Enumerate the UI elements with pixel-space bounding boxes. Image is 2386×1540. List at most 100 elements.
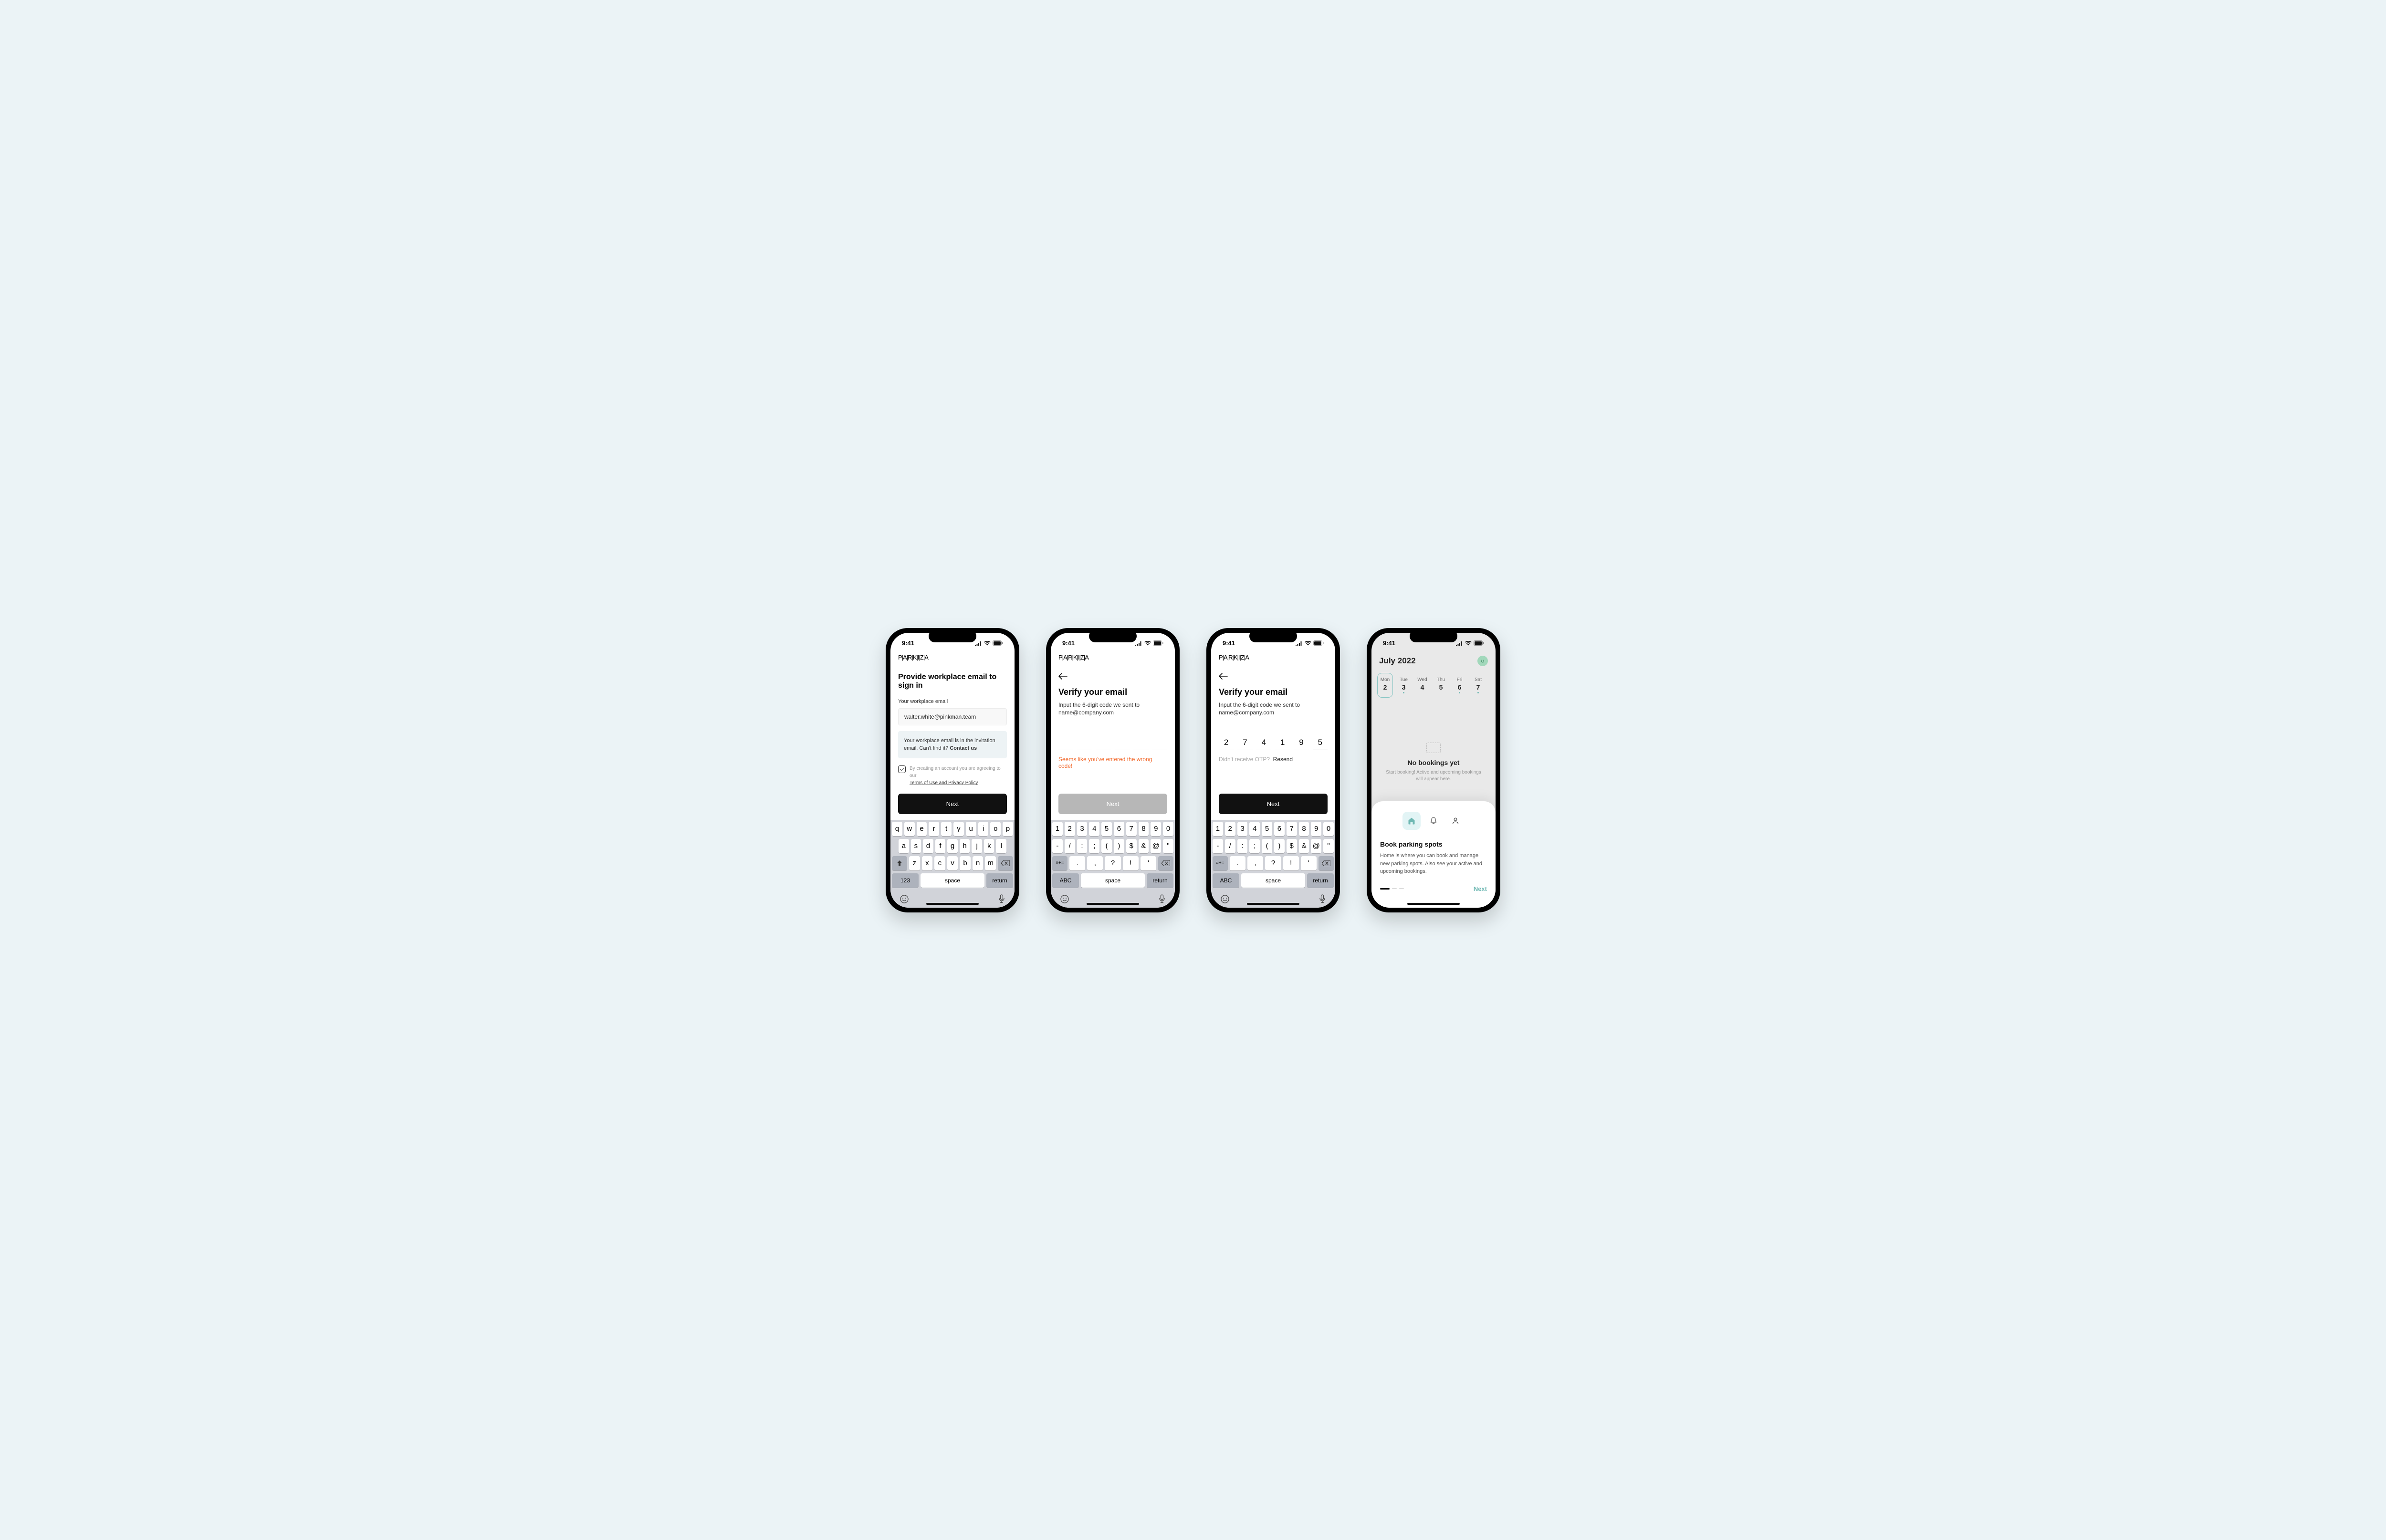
key-b[interactable]: b — [960, 856, 971, 870]
abc-switch-key[interactable]: ABC — [1213, 873, 1239, 888]
key-z[interactable]: z — [909, 856, 920, 870]
key-i[interactable]: i — [978, 822, 989, 836]
mic-icon[interactable] — [998, 894, 1005, 904]
key[interactable]: - — [1213, 839, 1223, 853]
emoji-icon[interactable] — [1220, 894, 1230, 904]
key-g[interactable]: g — [947, 839, 958, 853]
key[interactable]: 3 — [1237, 822, 1248, 836]
key-p[interactable]: p — [1003, 822, 1013, 836]
key[interactable]: 3 — [1077, 822, 1088, 836]
key[interactable]: . — [1230, 856, 1245, 870]
key-c[interactable]: c — [934, 856, 945, 870]
key-v[interactable]: v — [947, 856, 958, 870]
key[interactable]: 0 — [1323, 822, 1334, 836]
key[interactable]: ? — [1105, 856, 1120, 870]
terms-checkbox[interactable] — [898, 765, 906, 773]
day-7[interactable]: Sat7 — [1470, 673, 1486, 698]
key-y[interactable]: y — [953, 822, 964, 836]
key[interactable]: 9 — [1311, 822, 1321, 836]
day-6[interactable]: Fri6 — [1452, 673, 1467, 698]
key[interactable]: : — [1237, 839, 1248, 853]
key[interactable]: ) — [1274, 839, 1285, 853]
key-m[interactable]: m — [985, 856, 996, 870]
key-s[interactable]: s — [911, 839, 921, 853]
key-k[interactable]: k — [984, 839, 994, 853]
backspace-key[interactable] — [1319, 856, 1334, 870]
key[interactable]: - — [1052, 839, 1063, 853]
return-key[interactable]: return — [986, 873, 1013, 888]
key[interactable]: ; — [1089, 839, 1099, 853]
key[interactable]: 1 — [1213, 822, 1223, 836]
space-key[interactable]: space — [921, 873, 984, 888]
key[interactable]: $ — [1126, 839, 1137, 853]
key-t[interactable]: t — [941, 822, 952, 836]
key[interactable]: ( — [1101, 839, 1112, 853]
key[interactable]: . — [1069, 856, 1085, 870]
key[interactable]: $ — [1287, 839, 1297, 853]
key[interactable]: @ — [1311, 839, 1321, 853]
numeric-switch-key[interactable]: 123 — [892, 873, 919, 888]
key[interactable]: , — [1247, 856, 1263, 870]
key[interactable]: / — [1065, 839, 1075, 853]
resend-link[interactable]: Resend — [1273, 756, 1293, 763]
key[interactable]: @ — [1151, 839, 1161, 853]
terms-link[interactable]: Terms of Use and Privacy Policy — [910, 779, 978, 786]
return-key[interactable]: return — [1307, 873, 1334, 888]
day-3[interactable]: Tue3 — [1396, 673, 1412, 698]
key[interactable]: 1 — [1052, 822, 1063, 836]
key[interactable]: 2 — [1225, 822, 1235, 836]
mic-icon[interactable] — [1158, 894, 1166, 904]
key[interactable]: 2 — [1065, 822, 1075, 836]
key-a[interactable]: a — [899, 839, 909, 853]
day-2[interactable]: Mon2 — [1377, 673, 1393, 698]
key[interactable]: 6 — [1274, 822, 1285, 836]
key[interactable]: ! — [1283, 856, 1299, 870]
return-key[interactable]: return — [1147, 873, 1173, 888]
key[interactable]: & — [1299, 839, 1309, 853]
key[interactable]: " — [1323, 839, 1334, 853]
email-field[interactable]: walter.white@pinkman.team — [898, 708, 1007, 725]
key[interactable]: 5 — [1262, 822, 1272, 836]
profile-smiley-icon[interactable] — [1477, 656, 1488, 666]
key-r[interactable]: r — [929, 822, 939, 836]
key[interactable]: , — [1087, 856, 1103, 870]
key-f[interactable]: f — [935, 839, 946, 853]
key[interactable]: ) — [1114, 839, 1124, 853]
key[interactable]: 0 — [1163, 822, 1173, 836]
shift-key[interactable] — [892, 856, 907, 870]
symbol-switch-key[interactable]: #+= — [1052, 856, 1067, 870]
key[interactable]: 7 — [1126, 822, 1137, 836]
key[interactable]: 5 — [1101, 822, 1112, 836]
otp-input-row[interactable] — [1058, 738, 1167, 750]
key[interactable]: ' — [1141, 856, 1156, 870]
space-key[interactable]: space — [1081, 873, 1145, 888]
symbol-switch-key[interactable]: #+= — [1213, 856, 1228, 870]
key-d[interactable]: d — [923, 839, 933, 853]
otp-input-row[interactable]: 2 7 4 1 9 5 — [1219, 738, 1328, 750]
space-key[interactable]: space — [1241, 873, 1305, 888]
tab-bell[interactable] — [1424, 812, 1443, 830]
emoji-icon[interactable] — [900, 894, 909, 904]
key[interactable]: & — [1139, 839, 1149, 853]
key[interactable]: ( — [1262, 839, 1272, 853]
key-o[interactable]: o — [990, 822, 1001, 836]
day-4[interactable]: Wed4 — [1414, 673, 1430, 698]
key[interactable]: 4 — [1249, 822, 1260, 836]
week-calendar[interactable]: Mon2Tue3Wed4Thu5Fri6Sat7 — [1371, 673, 1496, 704]
mic-icon[interactable] — [1319, 894, 1326, 904]
back-arrow-icon[interactable] — [1219, 673, 1230, 680]
abc-switch-key[interactable]: ABC — [1052, 873, 1079, 888]
key-e[interactable]: e — [917, 822, 927, 836]
keyboard-qwerty[interactable]: qwertyuiopasdfghjklzxcvbnm123spacereturn — [890, 820, 1015, 908]
key-n[interactable]: n — [973, 856, 984, 870]
key[interactable]: : — [1077, 839, 1088, 853]
key[interactable]: ; — [1249, 839, 1260, 853]
key[interactable]: / — [1225, 839, 1235, 853]
back-arrow-icon[interactable] — [1058, 673, 1070, 680]
key-l[interactable]: l — [996, 839, 1006, 853]
backspace-key[interactable] — [1158, 856, 1173, 870]
tab-profile[interactable] — [1446, 812, 1465, 830]
key[interactable]: 7 — [1287, 822, 1297, 836]
key[interactable]: 9 — [1151, 822, 1161, 836]
sheet-next-button[interactable]: Next — [1474, 885, 1487, 892]
